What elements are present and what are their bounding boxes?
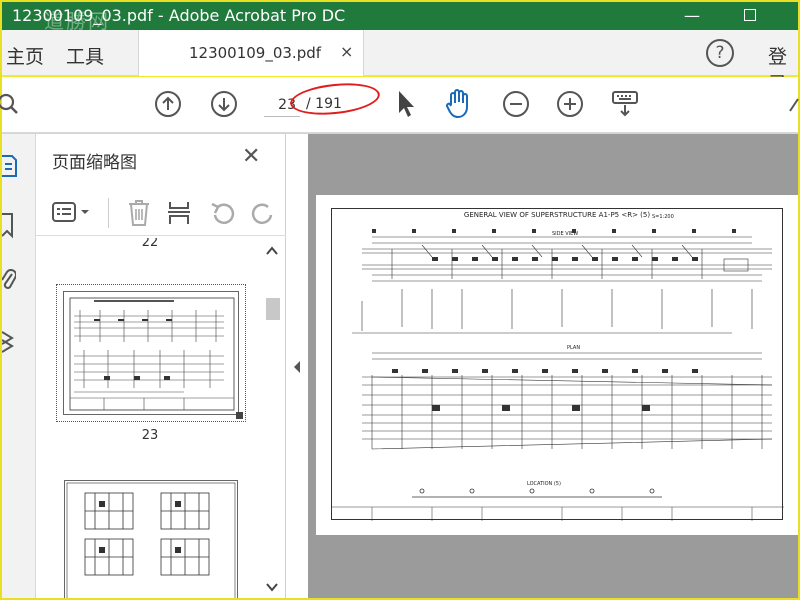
help-icon[interactable]: ?: [706, 39, 734, 67]
toolbar: / 191: [0, 77, 800, 133]
menu-tools[interactable]: 工具: [66, 42, 104, 69]
thumbnail-image: [64, 480, 238, 598]
bookmark-icon[interactable]: [2, 210, 16, 240]
title-bar: 道勝网 12300109_03.pdf - Adobe Acrobat Pro …: [2, 2, 798, 33]
thumbnail-page-23[interactable]: [56, 284, 246, 422]
extract-icon[interactable]: [166, 198, 192, 228]
pointer-icon[interactable]: [396, 89, 416, 119]
thumbnail-scrollbar[interactable]: [262, 238, 282, 598]
thumbnail-label: 22: [141, 238, 159, 246]
maximize-button[interactable]: [730, 4, 770, 28]
redo-icon[interactable]: [248, 198, 278, 228]
close-tab-button[interactable]: ×: [340, 42, 353, 61]
thumbnail-page-24[interactable]: [64, 480, 238, 598]
side-rail: [2, 134, 36, 598]
thumbnail-label: 23: [141, 428, 159, 443]
collapse-left-icon[interactable]: [292, 360, 302, 374]
page-thumbnails-icon[interactable]: [2, 150, 18, 180]
menu-home[interactable]: 主页: [6, 42, 44, 69]
document-viewer[interactable]: GENERAL VIEW OF SUPERSTRUCTURE A1-P5 <R>…: [308, 134, 798, 598]
minimize-button[interactable]: —: [672, 4, 712, 28]
menu-bar: 主页 工具 12300109_03.pdf × ? 登录: [2, 30, 798, 95]
document-tab-label: 12300109_03.pdf: [189, 44, 322, 62]
scroll-up-icon[interactable]: [266, 246, 278, 256]
thumbnail-image: [63, 291, 239, 415]
arrow-up-circle-icon[interactable]: [154, 90, 182, 118]
collapse-panel-handle[interactable]: [286, 134, 308, 598]
thumbnail-toolbar: [36, 190, 286, 236]
drawing-border: GENERAL VIEW OF SUPERSTRUCTURE A1-P5 <R>…: [331, 208, 784, 521]
search-icon[interactable]: [0, 91, 24, 119]
share-icon[interactable]: [788, 97, 800, 113]
trash-icon[interactable]: [126, 198, 152, 228]
scroll-down-icon[interactable]: [266, 582, 278, 592]
engineering-drawing: [332, 229, 784, 521]
toolbar-divider: [108, 198, 109, 228]
keyboard-icon[interactable]: [610, 89, 640, 119]
thumbnail-corner-marker: [236, 412, 243, 419]
hand-icon[interactable]: [444, 87, 474, 119]
thumbnails-panel: 页面缩略图 ✕ 22 23: [36, 134, 286, 598]
annotation-oval: [288, 79, 382, 119]
arrow-down-circle-icon[interactable]: [210, 90, 238, 118]
list-icon[interactable]: [52, 200, 92, 226]
document-tab[interactable]: 12300109_03.pdf ×: [138, 30, 364, 76]
scrollbar-thumb[interactable]: [266, 298, 280, 320]
pdf-page: GENERAL VIEW OF SUPERSTRUCTURE A1-P5 <R>…: [316, 195, 798, 535]
thumbnail-list: 22 23: [36, 238, 262, 598]
panel-title: 页面缩略图: [52, 153, 137, 173]
zoom-out-icon[interactable]: [502, 90, 530, 118]
layers-icon[interactable]: [2, 326, 18, 360]
close-panel-button[interactable]: ✕: [242, 144, 260, 169]
window-title: 12300109_03.pdf - Adobe Acrobat Pro DC: [12, 6, 346, 25]
zoom-in-icon[interactable]: [556, 90, 584, 118]
attachment-icon[interactable]: [2, 266, 16, 296]
undo-icon[interactable]: [208, 198, 238, 228]
